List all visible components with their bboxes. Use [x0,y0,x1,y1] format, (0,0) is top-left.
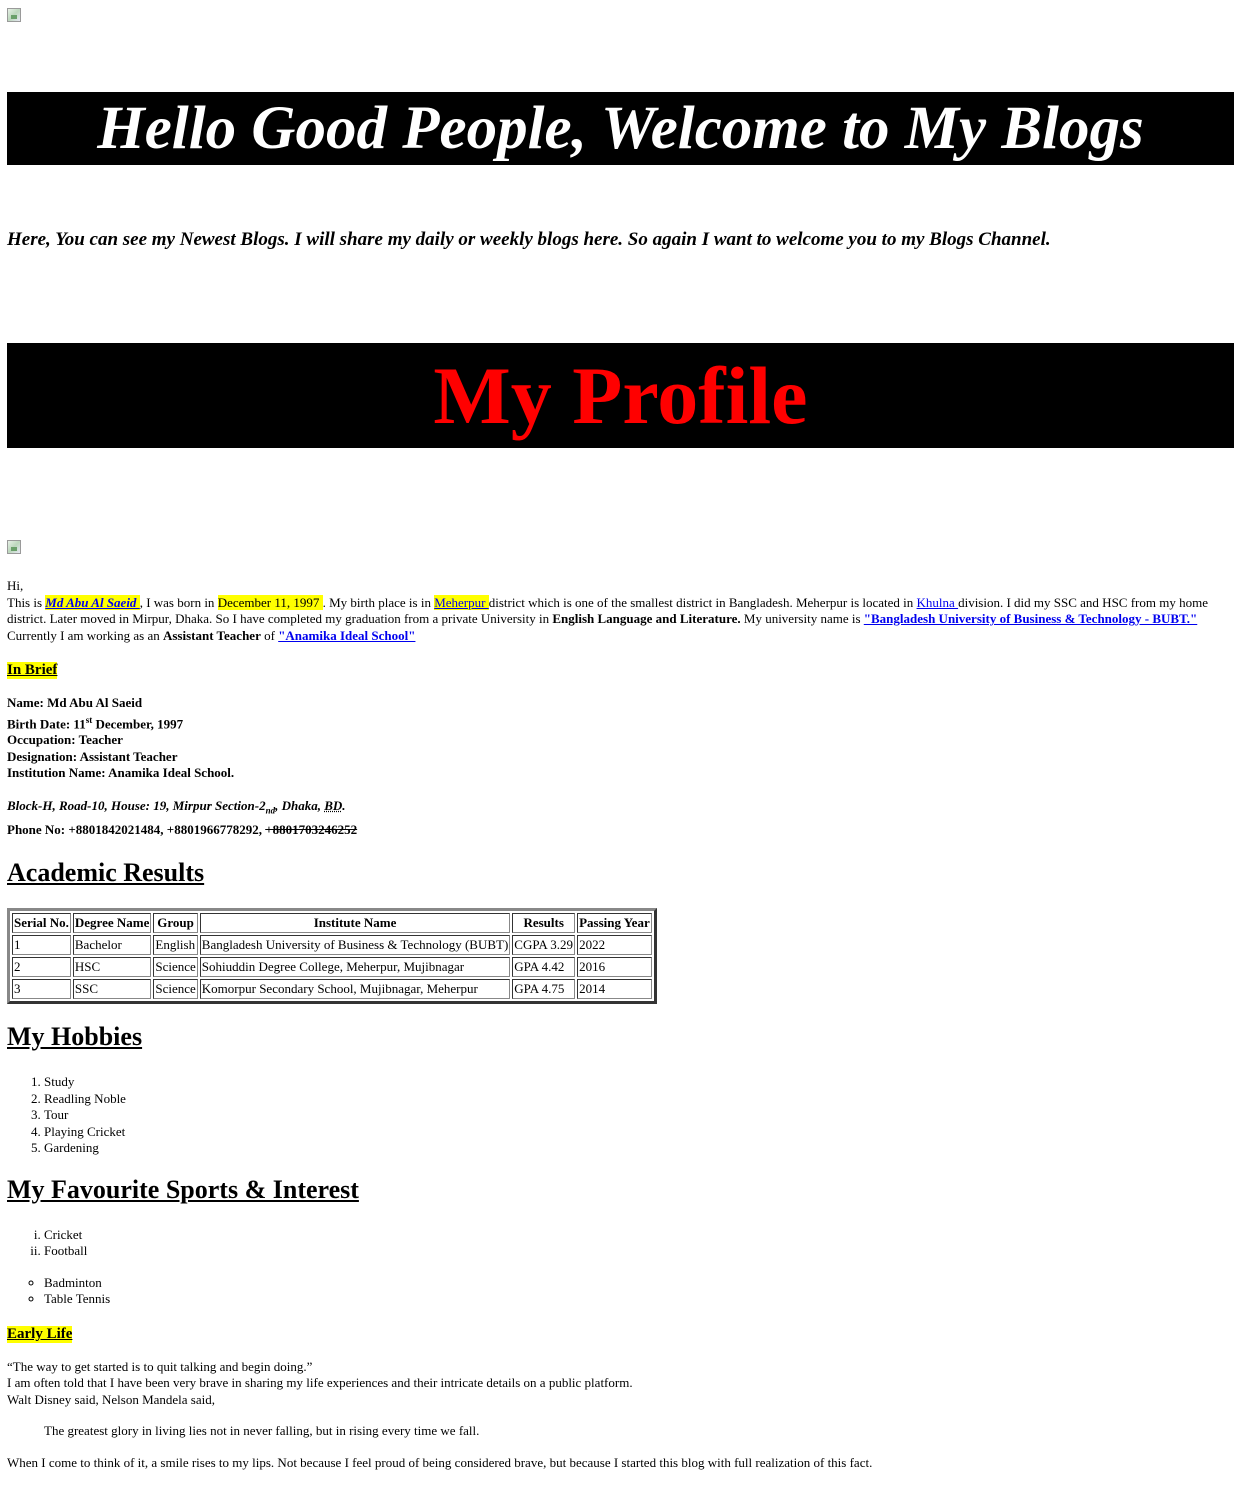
col-header: Degree Name [72,913,152,934]
table-cell: Sohiuddin Degree College, Meherpur, Muji… [199,957,511,978]
list-item: Tour [44,1107,1234,1124]
hobbies-list: Study Readling Noble Tour Playing Cricke… [7,1074,1234,1157]
position-text: Assistant Teacher [162,627,261,643]
table-cell: 3 [12,979,71,1000]
bio-text: My university name is [740,611,864,626]
list-item: Study [44,1074,1234,1091]
list-item: Cricket [44,1227,1234,1244]
address-sub: nd [265,805,276,816]
early-life-line: I am often told that I have been very br… [7,1375,633,1391]
list-item: Table Tennis [44,1291,1234,1308]
in-brief-label: In Brief [7,662,58,679]
address-end: . [342,797,346,813]
subject-text: English Language and Literature. [552,611,741,626]
blockquote: The greatest glory in living lies not in… [44,1423,480,1439]
table-cell: HSC [72,957,152,978]
profile-banner: My Profile [7,343,1234,448]
avatar-row [7,540,1234,556]
list-item: Playing Cricket [44,1124,1234,1141]
table-cell: 2014 [577,979,652,1000]
table-cell: Bangladesh University of Business & Tech… [199,935,511,956]
sports-circle-list: Badminton Table Tennis [7,1275,1234,1308]
table-cell: English [153,935,198,956]
birth-date-highlight: December 11, 1997 [217,594,323,610]
table-row: 3 SSC Science Komorpur Secondary School,… [12,979,652,1000]
list-item: Gardening [44,1140,1234,1157]
early-life-text: “The way to get started is to quit talki… [7,1359,1234,1409]
brief-details: Name: Md Abu Al Saeid Birth Date: 11st D… [7,695,1234,782]
birth-prefix: Birth Date: 11 [7,715,86,731]
hobbies-heading: My Hobbies [7,1022,143,1052]
table-cell: 2022 [577,935,652,956]
list-item: Badminton [44,1275,1234,1292]
table-header-row: Serial No. Degree Name Group Institute N… [12,913,652,934]
phone-prefix: Phone No: +8801842021484, +8801966778292… [7,822,266,838]
table-cell: SSC [72,979,152,1000]
address-suffix: , Dhaka, [275,797,325,813]
contact-details: Block-H, Road-10, House: 19, Mirpur Sect… [7,796,1234,841]
greeting: Hi, [7,578,24,593]
bio-text: district which is one of the smallest di… [488,594,917,610]
bio-text: Currently I am working as an [7,627,163,643]
brief-occupation: Occupation: Teacher [7,732,123,748]
address-country: BD [324,797,343,813]
birthplace-link[interactable]: Meherpur [434,594,489,610]
school-link[interactable]: "Anamika Ideal School" [278,628,415,643]
brief-designation: Designation: Assistant Teacher [7,748,178,764]
division-link[interactable]: Khulna [917,595,959,610]
list-item: Football [44,1243,1234,1260]
brief-name: Name: Md Abu Al Saeid [7,695,143,710]
phone-line: Phone No: +8801842021484, +8801966778292… [7,820,1234,840]
brief-institution: Institution Name: Anamika Ideal School. [7,765,235,781]
welcome-banner: Hello Good People, Welcome to My Blogs [7,92,1234,165]
bio-text: This is [7,594,46,610]
bio-text: . My birth place is in [322,594,435,610]
birth-suffix: December, 1997 [92,715,184,731]
col-header: Serial No. [12,913,71,934]
profile-image-broken [7,540,21,554]
bio-paragraph: Hi, This is Md Abu Al Saeid , I was born… [7,578,1234,644]
address-prefix: Block-H, Road-10, House: 19, Mirpur Sect… [7,797,266,813]
early-life-label: Early Life [7,1325,73,1343]
list-item: Readling Noble [44,1091,1234,1108]
table-cell: Komorpur Secondary School, Mujibnagar, M… [199,979,511,1000]
sports-heading: My Favourite Sports & Interest [7,1174,359,1204]
table-cell: 1 [12,935,71,956]
col-header: Passing Year [577,913,652,934]
col-header: Institute Name [199,913,511,934]
early-life-line: Walt Disney said, Nelson Mandela said, [7,1391,215,1407]
address-line: Block-H, Road-10, House: 19, Mirpur Sect… [7,796,1234,821]
table-cell: GPA 4.75 [512,979,576,1000]
table-cell: Bachelor [72,935,152,956]
bio-text: of [260,627,279,643]
table-cell: CGPA 3.29 [512,935,576,956]
university-link[interactable]: "Bangladesh University of Business & Tec… [864,611,1197,626]
table-row: 1 Bachelor English Bangladesh University… [12,935,652,956]
table-cell: 2016 [577,957,652,978]
table-cell: Science [153,979,198,1000]
closing-paragraph: When I come to think of it, a smile rise… [7,1455,873,1471]
brief-birth-date: Birth Date: 11st December, 1997 [7,712,1234,733]
academic-heading: Academic Results [7,858,205,888]
academic-results-table: Serial No. Degree Name Group Institute N… [7,908,657,1005]
table-cell: Science [153,957,198,978]
table-cell: 2 [12,957,71,978]
col-header: Results [512,913,576,934]
intro-text: Here, You can see my Newest Blogs. I wil… [7,229,1051,250]
bio-text: , I was born in [139,594,218,610]
phone-struck: +8801703246252 [265,822,358,838]
name-link[interactable]: Md Abu Al Saeid [45,594,140,610]
quote-line: “The way to get started is to quit talki… [7,1358,313,1374]
table-cell: GPA 4.42 [512,957,576,978]
col-header: Group [153,913,198,934]
sports-roman-list: Cricket Football [7,1227,1234,1260]
header-image-broken [7,8,21,22]
table-row: 2 HSC Science Sohiuddin Degree College, … [12,957,652,978]
